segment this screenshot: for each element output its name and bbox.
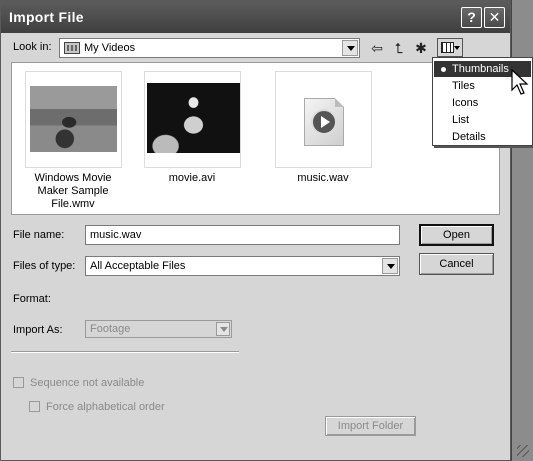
help-button[interactable]: ?: [461, 7, 482, 28]
menu-item-label: Thumbnails: [452, 63, 509, 75]
import-folder-button[interactable]: Import Folder: [325, 416, 416, 436]
look-in-dropdown[interactable]: My Videos: [59, 38, 360, 58]
new-folder-icon[interactable]: ✱: [412, 39, 430, 57]
chevron-down-icon: [454, 46, 460, 50]
view-menu-item-details[interactable]: Details: [434, 129, 531, 145]
format-label: Format:: [13, 293, 51, 305]
close-button[interactable]: ✕: [484, 7, 505, 28]
view-grid-icon: [441, 42, 454, 53]
video-thumbnail: [143, 71, 241, 168]
menu-item-label: List: [452, 114, 470, 126]
menu-item-label: Tiles: [452, 80, 475, 92]
force-alphabetical-checkbox[interactable]: [29, 401, 40, 412]
video-folder-icon: [64, 42, 80, 54]
video-thumbnail: [24, 71, 122, 168]
chevron-down-icon[interactable]: [342, 40, 358, 56]
look-in-value: My Videos: [84, 42, 136, 54]
menu-item-label: Details: [452, 131, 486, 143]
resize-grip-icon[interactable]: [517, 445, 529, 457]
file-item[interactable]: Windows Movie Maker Sample File.wmv: [18, 71, 128, 211]
file-list-pane[interactable]: Windows Movie Maker Sample File.wmv movi…: [11, 62, 500, 215]
cancel-button[interactable]: Cancel: [419, 253, 494, 275]
chevron-down-icon[interactable]: [216, 322, 230, 336]
menu-item-label: Icons: [452, 97, 479, 109]
files-of-type-label: Files of type:: [13, 260, 76, 272]
view-menu-item-icons[interactable]: Icons: [434, 95, 531, 111]
mouse-cursor-icon: [511, 68, 529, 95]
import-as-value: Footage: [90, 323, 131, 335]
look-in-label: Look in:: [13, 41, 52, 53]
file-name-input[interactable]: music.wav: [85, 225, 400, 245]
import-as-dropdown[interactable]: Footage: [85, 320, 232, 338]
up-folder-icon[interactable]: ⮤: [390, 39, 408, 57]
back-arrow-icon[interactable]: ⇦: [368, 39, 386, 57]
audio-file-icon: [274, 71, 372, 168]
files-of-type-value: All Acceptable Files: [90, 260, 186, 272]
file-name: movie.avi: [168, 172, 216, 184]
window-title: Import File: [9, 9, 84, 25]
sequence-label: Sequence not available: [30, 377, 145, 389]
open-button[interactable]: Open: [419, 224, 494, 246]
divider: [11, 351, 239, 353]
file-name: Windows Movie Maker Sample File.wmv: [34, 172, 112, 210]
view-menu-item-list[interactable]: List: [434, 112, 531, 128]
selected-dot-icon: [441, 67, 446, 72]
file-item[interactable]: movie.avi: [137, 71, 247, 185]
chevron-down-icon[interactable]: [382, 258, 398, 274]
file-name-label: File name:: [13, 229, 65, 241]
sequence-checkbox[interactable]: [13, 377, 24, 388]
file-item[interactable]: music.wav: [268, 71, 378, 185]
title-bar[interactable]: Import File ? ✕: [1, 1, 510, 33]
view-menu-button[interactable]: [437, 38, 463, 57]
files-of-type-dropdown[interactable]: All Acceptable Files: [85, 256, 400, 276]
file-name: music.wav: [297, 172, 349, 184]
import-as-label: Import As:: [13, 324, 63, 336]
force-alphabetical-label: Force alphabetical order: [46, 401, 165, 413]
